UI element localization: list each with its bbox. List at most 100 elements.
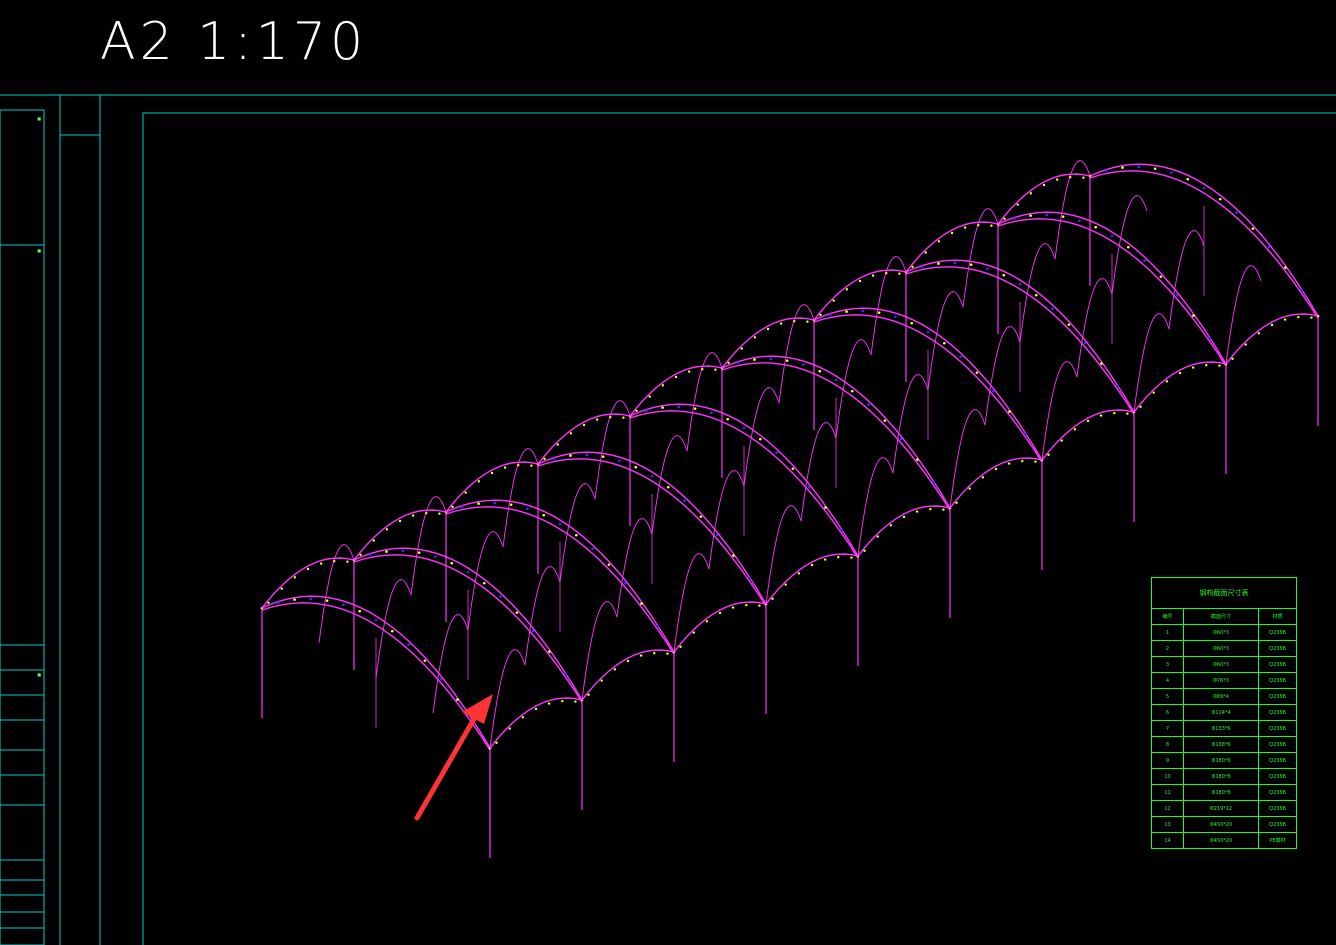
- truss-node: [850, 389, 854, 393]
- truss-node: [653, 651, 656, 655]
- truss-node: [319, 562, 323, 565]
- truss-node: [986, 267, 989, 271]
- truss-node: [898, 272, 901, 275]
- truss-node: [1297, 315, 1300, 319]
- truss-node: [715, 533, 719, 537]
- truss-node: [1002, 273, 1006, 277]
- truss-node: [661, 406, 664, 409]
- truss-node: [1034, 293, 1038, 297]
- table-cell-section: Φ89*4: [1183, 688, 1259, 705]
- truss-node: [877, 311, 881, 314]
- truss-node: [687, 370, 691, 373]
- truss-node: [969, 263, 973, 266]
- annotation-arrow: [414, 694, 493, 821]
- table-cell-section: Φ60*3: [1183, 640, 1259, 657]
- membrane-ridge: [489, 649, 526, 749]
- truss-node: [963, 226, 967, 229]
- truss-node: [309, 597, 313, 601]
- truss-node: [1175, 293, 1179, 297]
- truss-node: [1003, 217, 1006, 220]
- truss-node: [1270, 323, 1274, 327]
- truss-node: [1061, 215, 1065, 218]
- table-row: 8 Φ168*6 Q235B: [1151, 736, 1297, 753]
- cad-canvas[interactable]: [0, 0, 1336, 945]
- truss-node: [276, 601, 280, 604]
- membrane-ridge: [524, 566, 561, 666]
- truss-node: [1086, 419, 1090, 423]
- truss-node: [1029, 214, 1032, 217]
- table-cell-material: Q235B: [1258, 768, 1297, 785]
- truss-node: [417, 551, 421, 554]
- table-cell-material: Q235B: [1258, 736, 1297, 753]
- truss-node: [509, 503, 513, 506]
- table-row: 5 Φ89*4 Q235B: [1151, 688, 1297, 705]
- truss-node: [823, 558, 827, 561]
- truss-node: [460, 505, 464, 508]
- truss-node: [1034, 460, 1037, 463]
- table-cell-no: 8: [1151, 736, 1184, 753]
- truss-node: [1073, 428, 1077, 431]
- table-cell-section: Φ180*6: [1183, 752, 1259, 769]
- truss-node: [871, 274, 875, 277]
- truss-node: [718, 611, 722, 615]
- truss-node: [769, 357, 773, 361]
- truss-node: [1170, 171, 1173, 175]
- truss-node: [1121, 166, 1124, 169]
- membrane-ridge: [949, 409, 986, 509]
- truss-node: [423, 659, 427, 662]
- truss-node: [439, 677, 443, 681]
- table-cell-section: Φ60*3: [1183, 656, 1259, 673]
- truss-node: [650, 474, 654, 478]
- truss-node: [493, 501, 497, 505]
- table-row: 7 Φ133*6 Q235B: [1151, 720, 1297, 737]
- truss-node: [753, 358, 756, 361]
- truss-node: [1283, 318, 1287, 321]
- truss-node: [1126, 245, 1130, 249]
- truss-node: [732, 554, 735, 557]
- truss-node: [1202, 186, 1206, 190]
- table-row: 10 Φ180*8 Q235B: [1151, 768, 1297, 785]
- truss-node: [543, 457, 546, 460]
- truss-node: [911, 265, 914, 268]
- truss-node: [526, 507, 529, 511]
- truss-node: [547, 702, 551, 705]
- truss-node: [1008, 410, 1011, 413]
- truss-node: [876, 535, 879, 538]
- truss-node: [1113, 411, 1116, 415]
- truss-node: [1100, 362, 1103, 365]
- truss-node: [791, 467, 795, 470]
- table-row: 11 Φ180*8 Q235B: [1151, 784, 1297, 801]
- truss-node: [385, 528, 389, 531]
- table-title: 钢构截面尺寸表: [1151, 577, 1297, 608]
- truss-node: [542, 513, 546, 517]
- truss-node: [818, 369, 822, 373]
- truss-node: [758, 604, 761, 607]
- truss-node: [495, 741, 498, 744]
- edge-truss: [765, 553, 859, 605]
- truss-node: [595, 418, 599, 421]
- truss-node: [910, 321, 914, 325]
- truss-node: [398, 519, 402, 523]
- truss-node: [845, 310, 848, 313]
- truss-node: [699, 515, 703, 518]
- truss-node: [953, 261, 957, 265]
- truss-node: [990, 224, 993, 227]
- truss-node: [926, 330, 930, 334]
- truss-node: [1152, 391, 1155, 394]
- table-row: 2 Φ60*3 Q235B: [1151, 640, 1297, 657]
- truss-node: [1284, 266, 1287, 269]
- truss-node: [368, 553, 372, 556]
- table-cell-section: Φ450*20: [1183, 832, 1259, 849]
- table-body: 1 Φ60*3 Q235B 2 Φ60*3 Q235B 3 Φ60*3 Q235B 4 Φ76*3 Q…: [1151, 624, 1297, 849]
- table-row: 12 Φ219*12 Q235B: [1151, 800, 1297, 817]
- edge-truss: [857, 505, 951, 557]
- table-cell-material: Q235B: [1258, 784, 1297, 801]
- truss-node: [959, 355, 962, 359]
- truss-node: [793, 319, 796, 323]
- truss-node: [902, 515, 906, 519]
- table-row: 9 Φ180*6 Q235B: [1151, 752, 1297, 769]
- truss-node: [293, 576, 297, 579]
- truss-node: [601, 455, 605, 458]
- truss-node: [726, 417, 730, 421]
- table-cell-no: 3: [1151, 656, 1184, 673]
